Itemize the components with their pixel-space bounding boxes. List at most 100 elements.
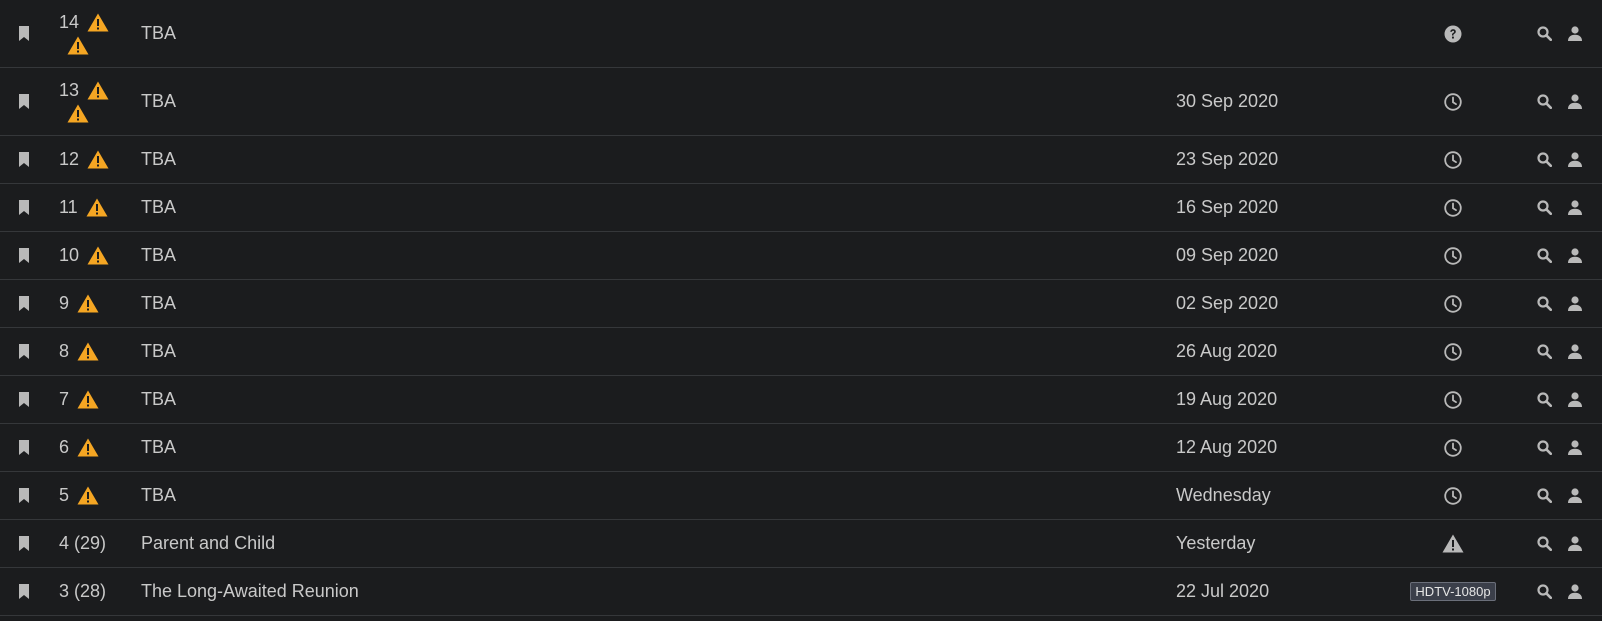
search-button[interactable] bbox=[1534, 0, 1554, 67]
warning-icon bbox=[87, 246, 109, 265]
manual-search-button[interactable] bbox=[1565, 136, 1585, 183]
episode-title[interactable]: TBA bbox=[141, 232, 176, 279]
manual-search-button[interactable] bbox=[1565, 0, 1585, 67]
episode-title[interactable]: TBA bbox=[141, 136, 176, 183]
episode-title[interactable]: Parent and Child bbox=[141, 520, 275, 567]
episode-table: 14 TBA 13 TBA 30 Sep 2020 12 TBA 23 Sep … bbox=[0, 0, 1602, 616]
episode-title[interactable]: TBA bbox=[141, 68, 176, 135]
clock-icon bbox=[1444, 150, 1462, 169]
search-icon bbox=[1536, 94, 1552, 109]
air-date: 22 Jul 2020 bbox=[1176, 581, 1270, 601]
clock-icon bbox=[1444, 246, 1462, 265]
manual-search-button[interactable] bbox=[1565, 424, 1585, 471]
bookmark-icon bbox=[18, 296, 30, 311]
search-button[interactable] bbox=[1534, 376, 1554, 423]
air-date: 12 Aug 2020 bbox=[1176, 437, 1278, 457]
user-icon bbox=[1568, 248, 1582, 263]
episode-number-cell: 3 (28) bbox=[59, 568, 129, 615]
monitor-toggle[interactable] bbox=[14, 424, 34, 471]
search-icon bbox=[1536, 344, 1552, 359]
episode-title[interactable]: TBA bbox=[141, 0, 176, 67]
manual-search-button[interactable] bbox=[1565, 376, 1585, 423]
user-icon bbox=[1568, 344, 1582, 359]
episode-number: 13 bbox=[59, 80, 80, 100]
episode-status bbox=[1408, 520, 1498, 567]
user-icon bbox=[1568, 440, 1582, 455]
manual-search-button[interactable] bbox=[1565, 68, 1585, 135]
episode-number: 4 (29) bbox=[59, 533, 107, 553]
table-row: 13 TBA 30 Sep 2020 bbox=[0, 68, 1602, 136]
bookmark-icon bbox=[18, 152, 30, 167]
quality-badge[interactable]: HDTV-1080p bbox=[1410, 582, 1496, 601]
manual-search-button[interactable] bbox=[1565, 472, 1585, 519]
clock-icon bbox=[1444, 294, 1462, 313]
table-row: 14 TBA bbox=[0, 0, 1602, 68]
episode-title[interactable]: The Long-Awaited Reunion bbox=[141, 568, 359, 615]
monitor-toggle[interactable] bbox=[14, 232, 34, 279]
monitor-toggle[interactable] bbox=[14, 280, 34, 327]
monitor-toggle[interactable] bbox=[14, 136, 34, 183]
episode-number-cell: 6 bbox=[59, 424, 129, 471]
episode-status bbox=[1408, 280, 1498, 327]
search-icon bbox=[1536, 440, 1552, 455]
monitor-toggle[interactable] bbox=[14, 472, 34, 519]
user-icon bbox=[1568, 536, 1582, 551]
episode-number: 6 bbox=[59, 437, 70, 457]
episode-status bbox=[1408, 232, 1498, 279]
user-icon bbox=[1568, 296, 1582, 311]
table-row: 9 TBA 02 Sep 2020 bbox=[0, 280, 1602, 328]
air-date: Wednesday bbox=[1176, 485, 1271, 505]
episode-number-cell: 12 bbox=[59, 136, 129, 183]
search-button[interactable] bbox=[1534, 328, 1554, 375]
manual-search-button[interactable] bbox=[1565, 568, 1585, 615]
table-row: 11 TBA 16 Sep 2020 bbox=[0, 184, 1602, 232]
monitor-toggle[interactable] bbox=[14, 520, 34, 567]
episode-title[interactable]: TBA bbox=[141, 184, 176, 231]
monitor-toggle[interactable] bbox=[14, 68, 34, 135]
search-button[interactable] bbox=[1534, 280, 1554, 327]
manual-search-button[interactable] bbox=[1565, 232, 1585, 279]
clock-icon bbox=[1444, 486, 1462, 505]
monitor-toggle[interactable] bbox=[14, 328, 34, 375]
manual-search-button[interactable] bbox=[1565, 520, 1585, 567]
search-button[interactable] bbox=[1534, 472, 1554, 519]
episode-number: 7 bbox=[59, 389, 70, 409]
monitor-toggle[interactable] bbox=[14, 184, 34, 231]
table-row: 3 (28) The Long-Awaited Reunion 22 Jul 2… bbox=[0, 568, 1602, 616]
episode-status bbox=[1408, 328, 1498, 375]
manual-search-button[interactable] bbox=[1565, 280, 1585, 327]
search-button[interactable] bbox=[1534, 520, 1554, 567]
episode-status bbox=[1408, 136, 1498, 183]
warning-icon bbox=[87, 13, 109, 32]
episode-number-cell: 8 bbox=[59, 328, 129, 375]
search-button[interactable] bbox=[1534, 424, 1554, 471]
search-button[interactable] bbox=[1534, 184, 1554, 231]
air-date: Yesterday bbox=[1176, 533, 1256, 553]
air-date: 26 Aug 2020 bbox=[1176, 341, 1278, 361]
clock-icon bbox=[1444, 438, 1462, 457]
clock-icon bbox=[1444, 92, 1462, 111]
episode-title[interactable]: TBA bbox=[141, 424, 176, 471]
monitor-toggle[interactable] bbox=[14, 0, 34, 67]
manual-search-button[interactable] bbox=[1565, 328, 1585, 375]
episode-title[interactable]: TBA bbox=[141, 472, 176, 519]
episode-title[interactable]: TBA bbox=[141, 280, 176, 327]
clock-icon bbox=[1444, 390, 1462, 409]
search-button[interactable] bbox=[1534, 68, 1554, 135]
bookmark-icon bbox=[18, 248, 30, 263]
monitor-toggle[interactable] bbox=[14, 568, 34, 615]
monitor-toggle[interactable] bbox=[14, 376, 34, 423]
warning-icon bbox=[77, 438, 99, 457]
episode-title[interactable]: TBA bbox=[141, 328, 176, 375]
episode-number: 11 bbox=[59, 197, 78, 217]
manual-search-button[interactable] bbox=[1565, 184, 1585, 231]
episode-title[interactable]: TBA bbox=[141, 376, 176, 423]
search-button[interactable] bbox=[1534, 568, 1554, 615]
air-date: 02 Sep 2020 bbox=[1176, 293, 1279, 313]
search-icon bbox=[1536, 152, 1552, 167]
search-icon bbox=[1536, 584, 1552, 599]
search-button[interactable] bbox=[1534, 232, 1554, 279]
episode-status bbox=[1408, 424, 1498, 471]
table-row: 8 TBA 26 Aug 2020 bbox=[0, 328, 1602, 376]
search-button[interactable] bbox=[1534, 136, 1554, 183]
